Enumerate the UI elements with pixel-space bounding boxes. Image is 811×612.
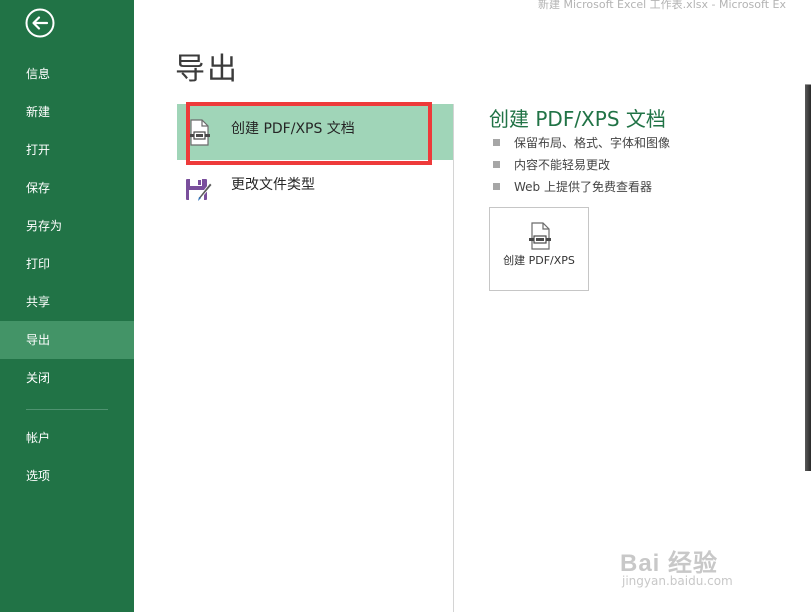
sidebar-item-save-as[interactable]: 另存为	[0, 207, 134, 245]
sidebar-item-label: 打开	[26, 143, 51, 157]
list-item: 内容不能轻易更改	[493, 154, 670, 176]
watermark-logo: Bai 经验	[620, 550, 719, 577]
sidebar-item-label: 导出	[26, 333, 51, 347]
sidebar-item-close[interactable]: 关闭	[0, 359, 134, 397]
sidebar-item-save[interactable]: 保存	[0, 169, 134, 207]
backstage-sidebar: 信息 新建 打开 保存 另存为 打印 共享 导出 关闭 帐户 选项	[0, 0, 134, 612]
sidebar-item-label: 关闭	[26, 371, 51, 385]
option-label: 创建 PDF/XPS 文档	[231, 121, 355, 137]
pdf-document-icon	[189, 119, 210, 146]
pdf-document-icon	[529, 222, 551, 250]
option-create-pdf-xps[interactable]: 创建 PDF/XPS 文档	[177, 104, 453, 160]
option-change-file-type[interactable]: 更改文件类型	[177, 160, 453, 216]
column-divider	[453, 104, 454, 612]
sidebar-item-label: 信息	[26, 67, 51, 81]
create-pdf-xps-button[interactable]: 创建 PDF/XPS	[489, 207, 589, 291]
watermark-url: jingyan.baidu.com	[622, 574, 733, 588]
sidebar-item-options[interactable]: 选项	[0, 457, 134, 495]
page-title: 导出	[175, 52, 239, 87]
overlapping-window-edge	[805, 84, 811, 471]
option-label: 更改文件类型	[231, 177, 315, 193]
sidebar-item-open[interactable]: 打开	[0, 131, 134, 169]
sidebar-item-label: 选项	[26, 469, 51, 483]
list-item: Web 上提供了免费查看器	[493, 176, 670, 198]
sidebar-item-label: 帐户	[26, 431, 51, 445]
detail-bullet-list: 保留布局、格式、字体和图像 内容不能轻易更改 Web 上提供了免费查看器	[493, 132, 670, 198]
detail-title: 创建 PDF/XPS 文档	[489, 107, 666, 131]
sidebar-item-label: 新建	[26, 105, 51, 119]
sidebar-divider	[26, 409, 108, 410]
sidebar-item-account[interactable]: 帐户	[0, 419, 134, 457]
excel-backstage-window: 信息 新建 打开 保存 另存为 打印 共享 导出 关闭 帐户 选项 新建 Mic…	[0, 0, 811, 612]
sidebar-item-export[interactable]: 导出	[0, 321, 134, 359]
sidebar-item-label: 保存	[26, 181, 51, 195]
back-arrow-icon	[25, 8, 55, 38]
watermark: Bai 经验 jingyan.baidu.com	[620, 543, 733, 588]
sidebar-item-print[interactable]: 打印	[0, 245, 134, 283]
sidebar-item-label: 另存为	[26, 219, 63, 233]
sidebar-item-label: 打印	[26, 257, 51, 271]
window-title: 新建 Microsoft Excel 工作表.xlsx - Microsoft …	[538, 0, 786, 11]
sidebar-item-share[interactable]: 共享	[0, 283, 134, 321]
list-item: 保留布局、格式、字体和图像	[493, 132, 670, 154]
save-as-file-type-icon	[186, 179, 213, 203]
sidebar-item-label: 共享	[26, 295, 51, 309]
button-label: 创建 PDF/XPS	[503, 254, 575, 267]
back-button[interactable]	[25, 8, 55, 38]
sidebar-item-info[interactable]: 信息	[0, 55, 134, 93]
sidebar-item-new[interactable]: 新建	[0, 93, 134, 131]
